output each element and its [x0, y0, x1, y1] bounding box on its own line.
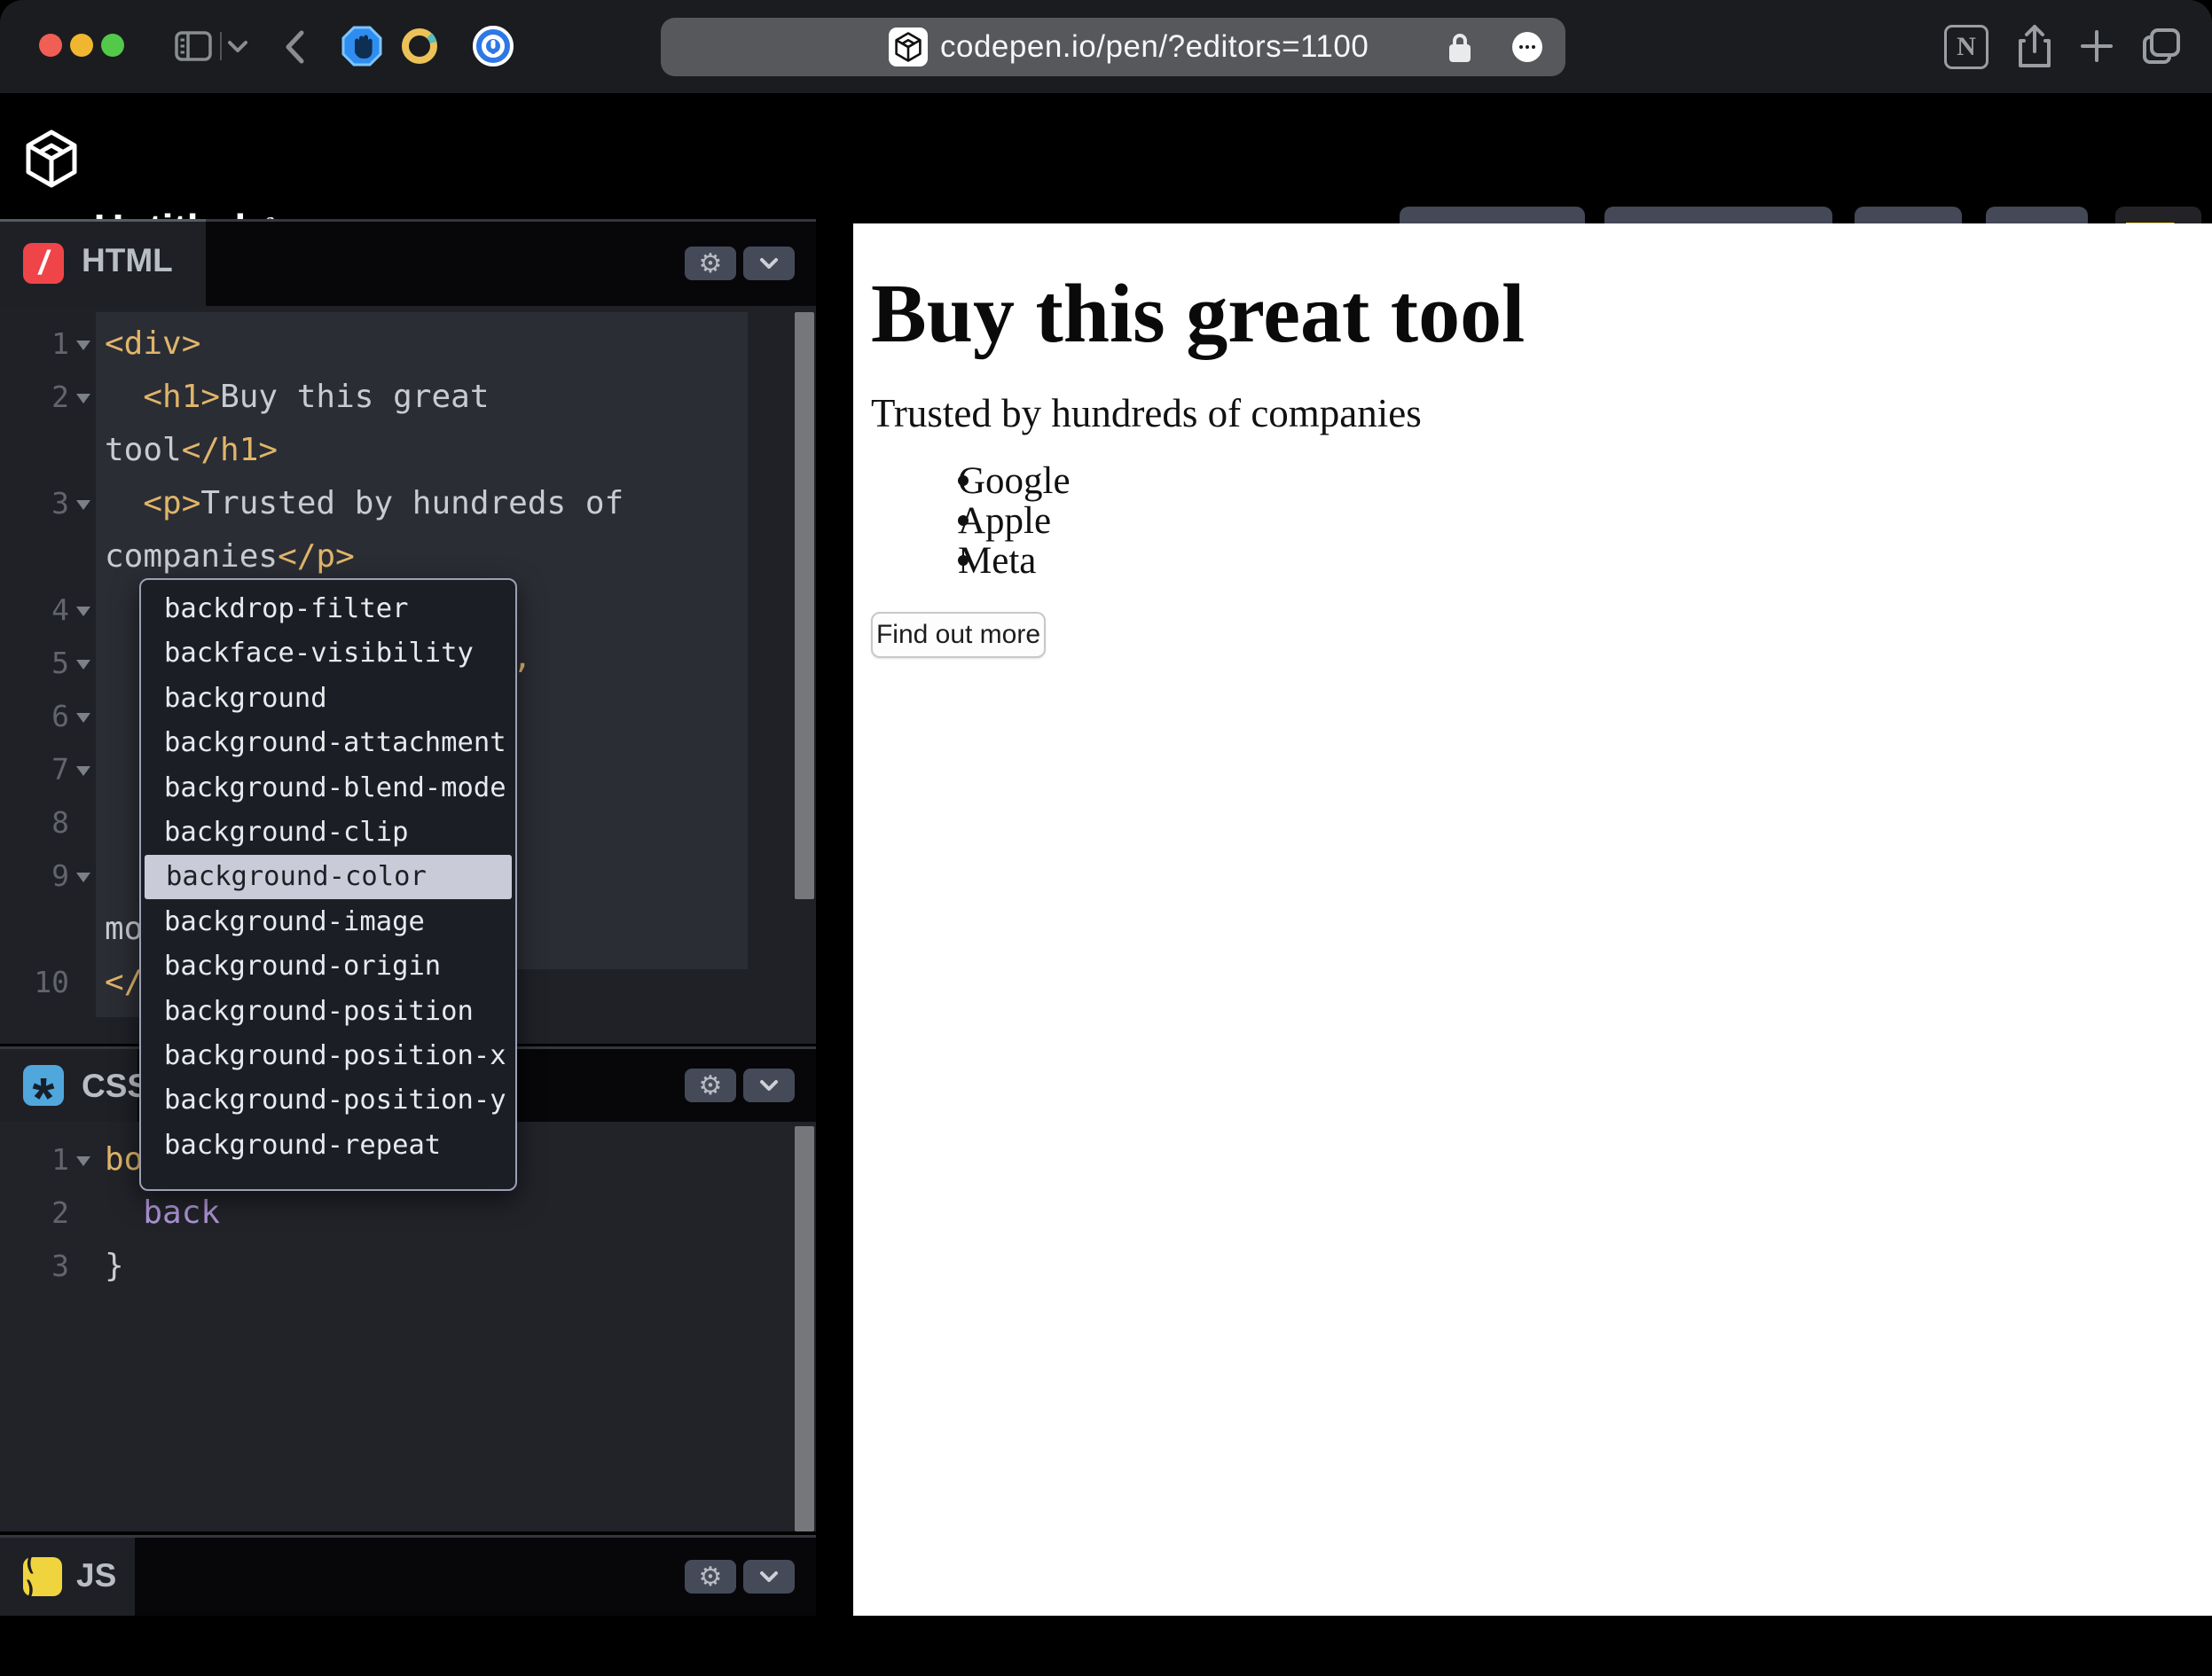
sidebar-chevron-down-icon[interactable]	[227, 39, 248, 53]
autocomplete-item[interactable]: backface-visibility	[143, 631, 514, 676]
autocomplete-item[interactable]: background-color	[145, 855, 512, 899]
fold-arrow-icon[interactable]	[76, 394, 90, 403]
html-settings-button[interactable]: ⚙	[685, 247, 736, 280]
sidebar-toggle-icon[interactable]	[175, 31, 212, 61]
chevron-down-icon	[759, 1570, 779, 1583]
url-text: codepen.io/pen/?editors=1100	[940, 29, 1369, 65]
line-number: 1	[0, 317, 69, 371]
share-icon[interactable]	[2015, 23, 2054, 69]
stop-hand-extension-icon[interactable]	[341, 26, 382, 67]
code-row: tool</h1>	[0, 424, 748, 477]
gear-icon: ⚙	[699, 248, 723, 279]
tab-overview-icon[interactable]	[2141, 27, 2182, 66]
fold-arrow-icon[interactable]	[76, 766, 90, 776]
find-out-more-button[interactable]: Find out more	[871, 612, 1046, 658]
js-settings-button[interactable]: ⚙	[685, 1560, 736, 1594]
minimize-window-button[interactable]	[70, 34, 93, 57]
fold-arrow-icon[interactable]	[76, 660, 90, 670]
ring-extension-icon[interactable]	[401, 27, 438, 65]
line-number: 1	[0, 1133, 69, 1187]
line-number: 10	[0, 956, 69, 1009]
code-text: }	[105, 1240, 124, 1293]
html-collapse-button[interactable]	[743, 247, 795, 280]
code-row: 2 back	[0, 1187, 748, 1240]
chevron-down-icon	[759, 1079, 779, 1092]
fold-arrow-icon[interactable]	[76, 713, 90, 723]
css-collapse-button[interactable]	[743, 1069, 795, 1102]
toolbar-divider	[220, 32, 222, 60]
code-row: 3 <p>Trusted by hundreds of	[0, 477, 748, 530]
line-number: 5	[0, 637, 69, 690]
js-tab-label: JS	[76, 1557, 116, 1594]
new-tab-icon[interactable]	[2079, 28, 2114, 64]
autocomplete-item[interactable]: backdrop-filter	[143, 587, 514, 631]
html-scrollbar[interactable]	[795, 312, 814, 899]
code-row: 2 <h1>Buy this great	[0, 371, 748, 424]
code-text: <h1>Buy this great	[105, 371, 490, 424]
preview-paragraph: Trusted by hundreds of companies	[871, 390, 1422, 436]
preview-pane: Buy this great tool Trusted by hundreds …	[853, 223, 2212, 1616]
line-number: 3	[0, 1240, 69, 1293]
line-number: 4	[0, 583, 69, 637]
application-window: codepen.io/pen/?editors=1100 N	[0, 0, 2212, 1676]
fold-arrow-icon[interactable]	[76, 341, 90, 350]
autocomplete-item[interactable]: background-position-x	[143, 1034, 514, 1078]
autocomplete-item[interactable]: background-clip	[143, 811, 514, 855]
code-row: 1 <div>	[0, 317, 748, 371]
line-number: 7	[0, 743, 69, 796]
line-number: 8	[0, 796, 69, 850]
gear-icon: ⚙	[699, 1562, 723, 1593]
line-number: 9	[0, 850, 69, 903]
code-row: 3}	[0, 1240, 748, 1293]
code-text: </	[105, 956, 143, 1009]
line-number: 2	[0, 1187, 69, 1240]
autocomplete-item[interactable]: background-position	[143, 990, 514, 1034]
autocomplete-dropdown: backdrop-filterbackface-visibilitybackgr…	[139, 578, 517, 1191]
site-favicon	[889, 27, 928, 67]
js-collapse-button[interactable]	[743, 1560, 795, 1594]
close-window-button[interactable]	[39, 34, 62, 57]
preview-heading: Buy this great tool	[871, 266, 1525, 362]
code-row: companies</p>	[0, 530, 748, 583]
lock-icon	[1447, 32, 1472, 64]
css-settings-button[interactable]: ⚙	[685, 1069, 736, 1102]
code-text: bo	[105, 1133, 143, 1187]
gear-icon: ⚙	[699, 1070, 723, 1101]
chevron-down-icon	[759, 257, 779, 270]
html-icon: /	[23, 243, 64, 284]
fold-arrow-icon[interactable]	[76, 1156, 90, 1166]
autocomplete-item[interactable]: background-attachment	[143, 721, 514, 765]
css-scrollbar[interactable]	[795, 1126, 814, 1531]
codepen-logo-icon[interactable]	[25, 123, 78, 194]
onepassword-extension-icon[interactable]	[473, 26, 514, 67]
code-text: <div>	[105, 317, 200, 371]
code-text: tool</h1>	[105, 424, 278, 477]
code-text: companies</p>	[105, 530, 355, 583]
line-number: 6	[0, 690, 69, 743]
footer-bar: Console Assets ⌘	[0, 1616, 2212, 1676]
zoom-window-button[interactable]	[101, 34, 124, 57]
page-menu-ellipsis-icon[interactable]	[1512, 32, 1542, 62]
notion-extension-icon[interactable]: N	[1944, 25, 1988, 69]
js-icon: ( )	[23, 1557, 62, 1596]
codepen-header: Untitled ✎ Flavio Copes ☁ Save ⚙ Setting…	[0, 93, 2212, 219]
line-number: 2	[0, 371, 69, 424]
autocomplete-item[interactable]: background-repeat	[143, 1124, 514, 1168]
back-icon[interactable]	[282, 29, 307, 65]
code-text: back	[105, 1187, 220, 1240]
browser-toolbar: codepen.io/pen/?editors=1100 N	[0, 0, 2212, 93]
fold-arrow-icon[interactable]	[76, 500, 90, 510]
code-text: <p>Trusted by hundreds of	[105, 477, 624, 530]
autocomplete-item[interactable]: background-position-y	[143, 1078, 514, 1123]
autocomplete-item[interactable]: background-origin	[143, 944, 514, 989]
line-number: 3	[0, 477, 69, 530]
fold-arrow-icon[interactable]	[76, 873, 90, 882]
code-text: mo	[105, 903, 143, 956]
fold-arrow-icon[interactable]	[76, 607, 90, 616]
html-tab-label: HTML	[82, 242, 173, 279]
autocomplete-item[interactable]: background	[143, 677, 514, 721]
autocomplete-item[interactable]: background-blend-mode	[143, 766, 514, 811]
css-icon: *	[23, 1065, 64, 1106]
autocomplete-item[interactable]: background-image	[143, 900, 514, 944]
